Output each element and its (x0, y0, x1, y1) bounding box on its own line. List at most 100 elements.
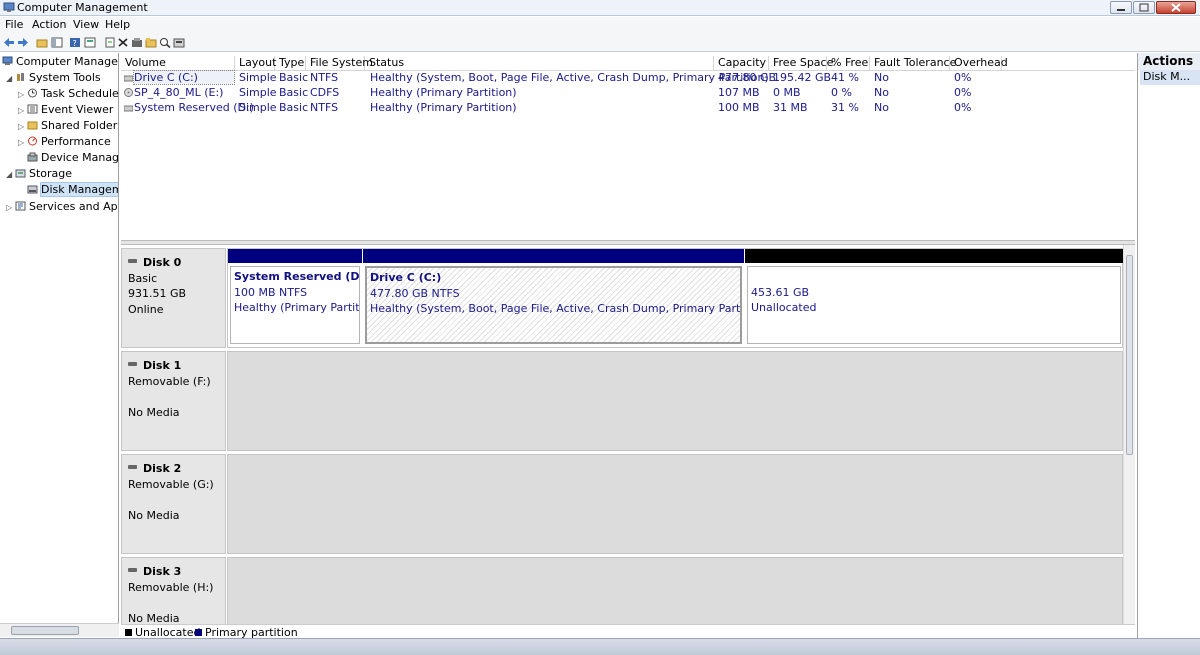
properties-icon[interactable] (84, 37, 96, 48)
back-arrow-icon[interactable] (3, 37, 15, 48)
disk-row[interactable]: Disk 2 Removable (G:) No Media (121, 454, 1123, 554)
disk-options-icon[interactable] (173, 37, 185, 48)
menu-file[interactable]: File (5, 18, 23, 31)
partition-status: Healthy (System, Boot, Page File, Active… (370, 302, 742, 315)
cell-volume: System Reserved (D:) (134, 101, 254, 114)
column-header-overhead[interactable]: Overhead (950, 56, 1008, 71)
column-header-free-space[interactable]: Free Space (769, 56, 833, 71)
tree-item-services-and-applications[interactable]: ▷ Services and Applic (6, 200, 118, 216)
expand-arrow-icon[interactable]: ▷ (18, 138, 27, 147)
tree-item-device-manager[interactable]: Device Manager (27, 151, 119, 167)
menu-view[interactable]: View (73, 18, 99, 31)
partition-bar (745, 249, 1123, 263)
disk-label[interactable]: Disk 2 Removable (G:) No Media (121, 454, 226, 554)
graph-vertical-scrollbar[interactable] (1123, 245, 1135, 624)
title-bar: Computer Management (0, 0, 1200, 16)
disk-row[interactable]: Disk 0 Basic 931.51 GB Online System Res… (121, 248, 1123, 348)
close-button[interactable] (1156, 1, 1196, 14)
tree-item-storage[interactable]: ◢ Storage (6, 167, 72, 183)
refresh-icon[interactable] (104, 37, 116, 48)
disk-label[interactable]: Disk 3 Removable (H:) No Media (121, 557, 226, 624)
disk-status: No Media (128, 611, 180, 625)
export-icon[interactable] (131, 37, 143, 48)
cell-capacity: 107 MB (718, 86, 760, 99)
disk-empty-area (227, 454, 1123, 554)
restore-button[interactable] (1133, 1, 1155, 14)
tree-item-computer-management[interactable]: Computer Manageme (2, 55, 118, 71)
expand-arrow-icon[interactable]: ▷ (6, 203, 15, 212)
tree-item-shared-folders[interactable]: ▷ Shared Folders (18, 119, 118, 135)
help-icon[interactable]: ? (69, 37, 81, 48)
legend: Unallocated Primary partition (121, 624, 1135, 638)
column-header-status[interactable]: Status (365, 56, 714, 71)
minimize-button[interactable] (1110, 1, 1132, 14)
scrollbar-thumb[interactable] (1126, 255, 1133, 455)
actions-header: Actions (1138, 53, 1200, 70)
up-folder-icon[interactable] (36, 37, 48, 48)
tree-item-label: Device Manager (41, 151, 119, 164)
partition-bar (228, 249, 362, 263)
computer-management-icon (3, 2, 15, 12)
cell-status: Healthy (Primary Partition) (370, 101, 517, 114)
legend-label: Unallocated (135, 626, 201, 638)
disk-size (128, 389, 225, 405)
table-row[interactable]: SP_4_80_ML (E:) Simple Basic CDFS Health… (121, 86, 1135, 101)
disk-management-pane: Volume Layout Type File System Status Ca… (121, 53, 1135, 638)
collapse-arrow-icon[interactable]: ◢ (6, 74, 15, 83)
column-header-percent-free[interactable]: % Free (827, 56, 870, 71)
column-header-file-system[interactable]: File System (306, 56, 373, 71)
cell-layout: Simple (239, 101, 277, 114)
shared-folder-icon (27, 121, 38, 130)
tools-icon (17, 73, 24, 81)
disk-status: No Media (128, 508, 180, 522)
disk-row[interactable]: Disk 1 Removable (F:) No Media (121, 351, 1123, 451)
forward-arrow-icon[interactable] (17, 37, 29, 48)
menu-action[interactable]: Action (32, 18, 66, 31)
disk-management-icon (27, 185, 38, 194)
taskbar (0, 638, 1200, 655)
cell-overhead: 0% (954, 101, 972, 114)
disk-name: Disk 3 (143, 565, 182, 578)
tree-item-label: System Tools (29, 71, 101, 84)
column-header-capacity[interactable]: Capacity (714, 56, 769, 71)
cell-type: Basic (279, 101, 309, 114)
tree-item-system-tools[interactable]: ◢ System Tools (6, 71, 101, 87)
removable-disk-icon (128, 362, 137, 366)
table-row[interactable]: System Reserved (D:) Simple Basic NTFS H… (121, 101, 1135, 116)
tree-item-disk-management[interactable]: Disk Manageme (27, 182, 118, 199)
disk-row[interactable]: Disk 3 Removable (H:) No Media (121, 557, 1123, 624)
menu-help[interactable]: Help (105, 18, 130, 31)
tree-item-task-scheduler[interactable]: ▷ Task Scheduler (18, 87, 118, 103)
delete-icon[interactable] (117, 37, 129, 48)
collapse-arrow-icon[interactable]: ◢ (6, 170, 15, 179)
disk-status: No Media (128, 405, 180, 419)
disk-graphical-view: Disk 0 Basic 931.51 GB Online System Res… (121, 245, 1135, 624)
column-header-layout[interactable]: Layout (235, 56, 276, 71)
disk-label[interactable]: Disk 0 Basic 931.51 GB Online (121, 248, 226, 348)
expand-arrow-icon[interactable]: ▷ (18, 106, 27, 115)
cell-free-space: 31 MB (773, 101, 808, 114)
partition-drive-c[interactable]: Drive C (C:) 477.80 GB NTFS Healthy (Sys… (363, 249, 744, 346)
open-folder-icon[interactable] (145, 37, 157, 48)
storage-icon (15, 169, 26, 178)
tree-item-event-viewer[interactable]: ▷ Event Viewer (18, 103, 113, 119)
cell-status: Healthy (Primary Partition) (370, 86, 517, 99)
cell-capacity: 100 MB (718, 101, 760, 114)
tree-horizontal-scrollbar[interactable] (0, 623, 119, 637)
disk-label[interactable]: Disk 1 Removable (F:) No Media (121, 351, 226, 451)
column-header-volume[interactable]: Volume (121, 56, 235, 71)
show-hide-tree-icon[interactable] (51, 37, 63, 48)
search-icon[interactable] (159, 37, 171, 48)
column-header-fault-tolerance[interactable]: Fault Tolerance (870, 56, 956, 71)
tree-item-performance[interactable]: ▷ Performance (18, 135, 111, 151)
action-disk-management[interactable]: Disk M... (1140, 70, 1200, 85)
column-header-type[interactable]: Type (275, 56, 306, 71)
partition-unallocated[interactable]: 453.61 GB Unallocated (745, 249, 1123, 346)
removable-disk-icon (128, 568, 137, 572)
expand-arrow-icon[interactable]: ▷ (18, 122, 27, 131)
partition-system-reserved[interactable]: System Reserved (D:) 100 MB NTFS Healthy… (228, 249, 362, 346)
expand-arrow-icon[interactable]: ▷ (18, 90, 27, 99)
scrollbar-thumb[interactable] (11, 626, 79, 635)
table-row[interactable]: Drive C (C:) Simple Basic NTFS Healthy (… (121, 70, 1135, 86)
cell-percent-free: 41 % (831, 71, 859, 84)
